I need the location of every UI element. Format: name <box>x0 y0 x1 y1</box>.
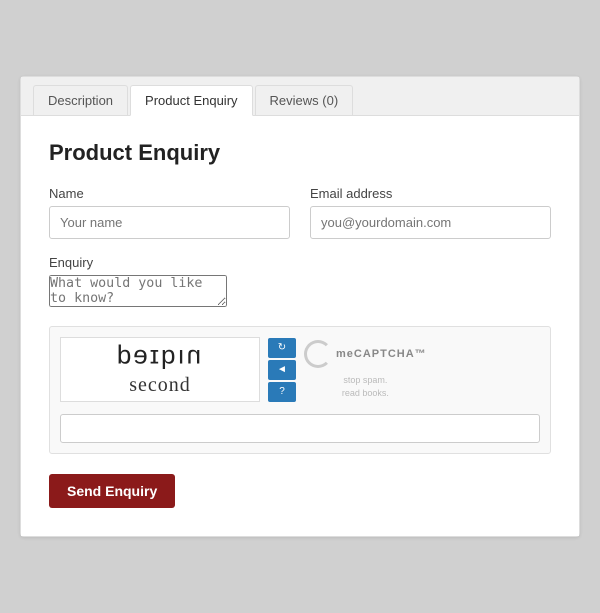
name-label: Name <box>49 186 290 201</box>
tab-reviews[interactable]: Reviews (0) <box>255 85 354 115</box>
name-email-row: Name Email address <box>49 186 551 239</box>
send-enquiry-button[interactable]: Send Enquiry <box>49 474 175 508</box>
mecaptcha-c-icon <box>304 340 332 368</box>
mecaptcha-label: meCAPTCHA™ <box>336 348 427 360</box>
mecaptcha-sub: stop spam. read books. <box>342 374 389 399</box>
captcha-right: meCAPTCHA™ stop spam. read books. <box>304 340 427 399</box>
captcha-inner: pəɪbıu second ↻ ◄ ? meCAPTCHA™ <box>60 337 540 443</box>
captcha-text-2: second <box>129 374 191 397</box>
captcha-text-1: pəɪbıu <box>117 343 203 374</box>
captcha-controls: ↻ ◄ ? <box>268 338 296 402</box>
captcha-input-wrapper <box>60 408 540 443</box>
tab-description[interactable]: Description <box>33 85 128 115</box>
enquiry-group: Enquiry <box>49 255 551 310</box>
email-group: Email address <box>310 186 551 239</box>
page-title: Product Enquiry <box>49 140 551 166</box>
captcha-section: pəɪbıu second ↻ ◄ ? meCAPTCHA™ <box>49 326 551 454</box>
enquiry-textarea[interactable] <box>49 275 227 307</box>
name-input[interactable] <box>49 206 290 239</box>
email-input[interactable] <box>310 206 551 239</box>
captcha-top-row: pəɪbıu second ↻ ◄ ? meCAPTCHA™ <box>60 337 540 402</box>
email-label: Email address <box>310 186 551 201</box>
captcha-help-button[interactable]: ? <box>268 382 296 402</box>
mecaptcha-logo: meCAPTCHA™ <box>304 340 427 368</box>
enquiry-label: Enquiry <box>49 255 551 270</box>
tab-content: Product Enquiry Name Email address Enqui… <box>21 116 579 536</box>
tab-product-enquiry[interactable]: Product Enquiry <box>130 85 253 116</box>
captcha-input[interactable] <box>60 414 540 443</box>
captcha-refresh-button[interactable]: ↻ <box>268 338 296 358</box>
captcha-audio-button[interactable]: ◄ <box>268 360 296 380</box>
tab-bar: Description Product Enquiry Reviews (0) <box>21 77 579 116</box>
product-card: Description Product Enquiry Reviews (0) … <box>20 76 580 537</box>
captcha-image: pəɪbıu second <box>60 337 260 402</box>
name-group: Name <box>49 186 290 239</box>
